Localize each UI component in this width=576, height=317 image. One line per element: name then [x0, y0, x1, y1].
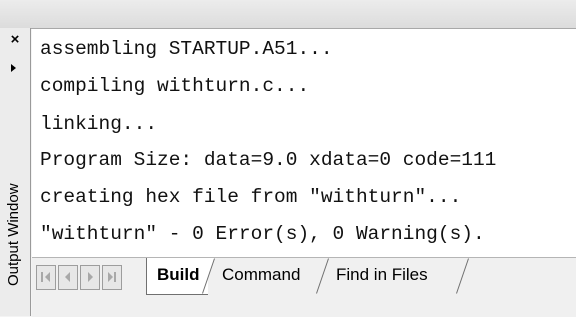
window-title: Output Window [5, 183, 22, 286]
output-window-titlebar[interactable]: × Output Window [0, 28, 31, 316]
output-line: linking... [40, 113, 158, 135]
first-icon-arrow [45, 272, 50, 282]
tab-build-label: Build [157, 265, 200, 284]
tab-build[interactable]: Build [146, 258, 208, 295]
output-line: Program Size: data=9.0 xdata=0 code=111 [40, 149, 497, 171]
tab-find-in-files[interactable]: Find in Files [332, 258, 432, 294]
last-icon [108, 272, 113, 282]
next-tab-button[interactable] [80, 265, 100, 290]
output-line: creating hex file from "withturn"... [40, 186, 462, 208]
tab-bar: Build Command Find in Files [32, 257, 576, 317]
window-top-border [0, 0, 576, 29]
tab-separator [456, 258, 470, 294]
tab-command-label: Command [222, 265, 301, 284]
tab-separator [316, 258, 330, 294]
tab-find-in-files-label: Find in Files [336, 265, 428, 284]
last-tab-button[interactable] [102, 265, 122, 290]
output-line: compiling withturn.c... [40, 75, 310, 97]
first-icon [41, 272, 43, 282]
first-tab-button[interactable] [36, 265, 56, 290]
next-icon [88, 272, 93, 282]
output-text-area[interactable]: assembling STARTUP.A51... compiling with… [32, 29, 576, 257]
last-icon-bar [114, 272, 116, 282]
tab-command[interactable]: Command [218, 258, 304, 294]
previous-icon [65, 272, 70, 282]
tab-separator [202, 258, 216, 294]
output-line: assembling STARTUP.A51... [40, 38, 333, 60]
previous-tab-button[interactable] [58, 265, 78, 290]
output-line: "withturn" - 0 Error(s), 0 Warning(s). [40, 223, 485, 245]
